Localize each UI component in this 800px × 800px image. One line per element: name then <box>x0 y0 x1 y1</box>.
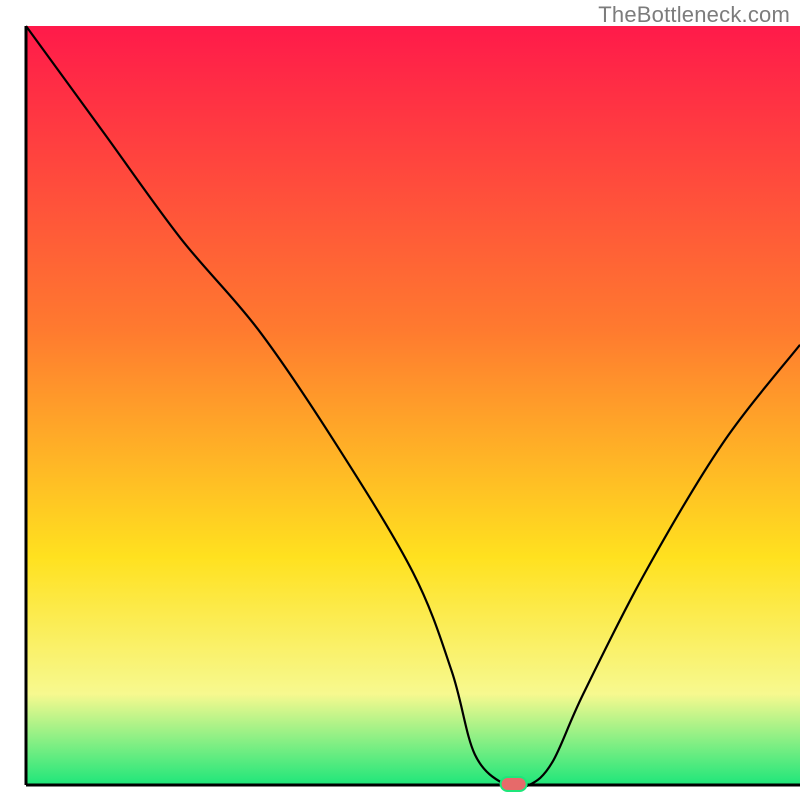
watermark-text: TheBottleneck.com <box>598 2 790 28</box>
plot-background <box>26 26 800 785</box>
bottleneck-chart <box>0 0 800 800</box>
minimum-marker <box>501 777 527 791</box>
chart-stage: TheBottleneck.com <box>0 0 800 800</box>
